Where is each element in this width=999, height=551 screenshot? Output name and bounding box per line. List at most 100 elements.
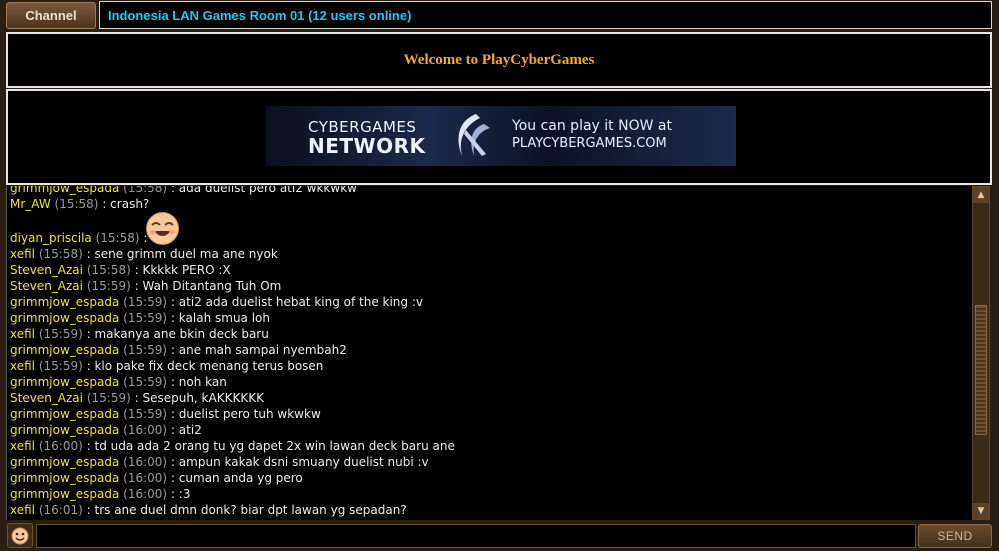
- chat-scrollbar[interactable]: ▲ ▼: [972, 186, 990, 520]
- message-timestamp: (16:00): [123, 487, 168, 501]
- banner-tagline1: You can play it NOW at: [512, 118, 672, 134]
- chat-message: xefil (15:59) : klo pake fix deck menang…: [10, 359, 323, 375]
- message-timestamp: (16:00): [123, 423, 168, 437]
- message-text: : sene grimm duel ma ane nyok: [86, 247, 278, 261]
- message-timestamp: (16:00): [123, 471, 168, 485]
- message-username[interactable]: grimmjow_espada: [10, 455, 119, 469]
- chat-message: grimmjow_espada (16:00) : ati2: [10, 423, 202, 439]
- message-timestamp: (15:59): [123, 311, 168, 325]
- message-text: : Kkkkk PERO :X: [134, 263, 231, 277]
- welcome-panel: Welcome to PlayCyberGames: [6, 32, 992, 88]
- scroll-down-icon[interactable]: ▼: [973, 503, 989, 519]
- cybergames-banner[interactable]: CYBERGAMES NETWORK You can play it NOW a…: [266, 106, 736, 166]
- banner-panel: CYBERGAMES NETWORK You can play it NOW a…: [6, 89, 992, 185]
- chat-message: grimmjow_espada (15:59) : duelist pero t…: [10, 407, 321, 423]
- message-text: : ane mah sampai nyembah2: [170, 343, 347, 357]
- message-username[interactable]: grimmjow_espada: [10, 423, 119, 437]
- message-timestamp: (16:00): [123, 455, 168, 469]
- chat-message: grimmjow_espada (15:59) : ati2 ada dueli…: [10, 295, 423, 311]
- message-username[interactable]: grimmjow_espada: [10, 471, 119, 485]
- message-username[interactable]: xefil: [10, 359, 35, 373]
- message-text: : ampun kakak dsni smuany duelist nubi :…: [170, 455, 429, 469]
- message-text: : ati2 ada duelist hebat king of the kin…: [170, 295, 423, 309]
- message-username[interactable]: grimmjow_espada: [10, 186, 119, 195]
- message-username[interactable]: grimmjow_espada: [10, 375, 119, 389]
- message-timestamp: (16:01): [38, 503, 83, 517]
- message-timestamp: (15:58): [54, 197, 99, 211]
- scroll-thumb[interactable]: [975, 305, 987, 435]
- message-username[interactable]: grimmjow_espada: [10, 487, 119, 501]
- message-text: : kalah smua loh: [170, 311, 271, 325]
- message-timestamp: (16:00): [38, 439, 83, 453]
- room-title-bar: Indonesia LAN Games Room 01 (12 users on…: [99, 1, 992, 29]
- message-timestamp: (15:58): [86, 263, 131, 277]
- chat-message: grimmjow_espada (15:59) : ane mah sampai…: [10, 343, 347, 359]
- message-username[interactable]: xefil: [10, 327, 35, 341]
- message-username[interactable]: xefil: [10, 439, 35, 453]
- chat-message: grimmjow_espada (15:58) : ada duelist pe…: [10, 186, 357, 197]
- chat-message: grimmjow_espada (16:00) : ampun kakak ds…: [10, 455, 429, 471]
- message-timestamp: (15:59): [123, 407, 168, 421]
- message-text: : crash?: [102, 197, 150, 211]
- message-username[interactable]: grimmjow_espada: [10, 407, 119, 421]
- message-text: : Wah Ditantang Tuh Om: [134, 279, 282, 293]
- room-title: Indonesia LAN Games Room 01 (12 users on…: [108, 7, 412, 23]
- message-text: : noh kan: [170, 375, 227, 389]
- send-button[interactable]: SEND: [918, 524, 992, 548]
- message-text: : cuman anda yg pero: [170, 471, 303, 485]
- message-text: : klo pake fix deck menang terus bosen: [86, 359, 324, 373]
- chat-log[interactable]: grimmjow_espada (15:58) : ada duelist pe…: [6, 186, 972, 520]
- message-timestamp: (15:59): [86, 279, 131, 293]
- channel-button[interactable]: Channel: [6, 2, 96, 29]
- message-username[interactable]: Steven_Azai: [10, 263, 83, 277]
- message-username[interactable]: xefil: [10, 503, 35, 517]
- chat-message: diyan_priscila (15:58) :: [10, 231, 147, 247]
- chat-message: grimmjow_espada (15:59) : kalah smua loh: [10, 311, 270, 327]
- message-text: : makanya ane bkin deck baru: [86, 327, 269, 341]
- message-username[interactable]: xefil: [10, 247, 35, 261]
- message-username[interactable]: grimmjow_espada: [10, 311, 119, 325]
- welcome-text: Welcome to PlayCyberGames: [403, 51, 595, 68]
- chat-message: grimmjow_espada (16:00) : :3: [10, 487, 191, 503]
- cybergames-logo-icon: [458, 114, 490, 156]
- message-timestamp: (15:59): [123, 375, 168, 389]
- message-username[interactable]: grimmjow_espada: [10, 343, 119, 357]
- message-timestamp: (15:59): [86, 391, 131, 405]
- chat-message: grimmjow_espada (15:59) : noh kan: [10, 375, 227, 391]
- message-text: : ada duelist pero ati2 wkkwkw: [170, 186, 357, 195]
- laughing-face-emoticon-icon: [146, 212, 179, 245]
- message-timestamp: (15:58): [123, 186, 168, 195]
- message-text: : :3: [170, 487, 191, 501]
- banner-tagline2: PLAYCYBERGAMES.COM: [512, 136, 667, 151]
- chat-message: xefil (15:58) : sene grimm duel ma ane n…: [10, 247, 278, 263]
- message-username[interactable]: grimmjow_espada: [10, 295, 119, 309]
- message-username[interactable]: diyan_priscila: [10, 231, 92, 245]
- chat-message-input[interactable]: [36, 524, 916, 548]
- message-timestamp: (15:58): [95, 231, 140, 245]
- scroll-up-icon[interactable]: ▲: [973, 187, 989, 203]
- message-username[interactable]: Steven_Azai: [10, 391, 83, 405]
- chat-message: Steven_Azai (15:59) : Sesepuh, kAKKKKKK: [10, 391, 264, 407]
- message-timestamp: (15:58): [38, 247, 83, 261]
- message-username[interactable]: Steven_Azai: [10, 279, 83, 293]
- smiley-icon: [11, 527, 29, 544]
- chat-message: Steven_Azai (15:58) : Kkkkk PERO :X: [10, 263, 231, 279]
- message-text: : Sesepuh, kAKKKKKK: [134, 391, 264, 405]
- chat-message: xefil (16:01) : trs ane duel dmn donk? b…: [10, 503, 407, 519]
- message-timestamp: (15:59): [123, 295, 168, 309]
- banner-brand-line2: NETWORK: [308, 134, 426, 158]
- message-username[interactable]: Mr_AW: [10, 197, 51, 211]
- message-timestamp: (15:59): [38, 359, 83, 373]
- chat-message: xefil (16:00) : td uda ada 2 orang tu yg…: [10, 439, 455, 455]
- message-text: : ati2: [170, 423, 202, 437]
- chat-message: grimmjow_espada (16:00) : cuman anda yg …: [10, 471, 303, 487]
- message-text: : td uda ada 2 orang tu yg dapet 2x win …: [86, 439, 455, 453]
- message-text: : duelist pero tuh wkwkw: [170, 407, 321, 421]
- chat-message: Steven_Azai (15:59) : Wah Ditantang Tuh …: [10, 279, 281, 295]
- message-text: : trs ane duel dmn donk? biar dpt lawan …: [86, 503, 407, 517]
- message-timestamp: (15:59): [123, 343, 168, 357]
- chat-message: xefil (15:59) : makanya ane bkin deck ba…: [10, 327, 269, 343]
- message-timestamp: (15:59): [38, 327, 83, 341]
- chat-message: Mr_AW (15:58) : crash?: [10, 197, 149, 213]
- emoticon-picker-button[interactable]: [7, 523, 33, 548]
